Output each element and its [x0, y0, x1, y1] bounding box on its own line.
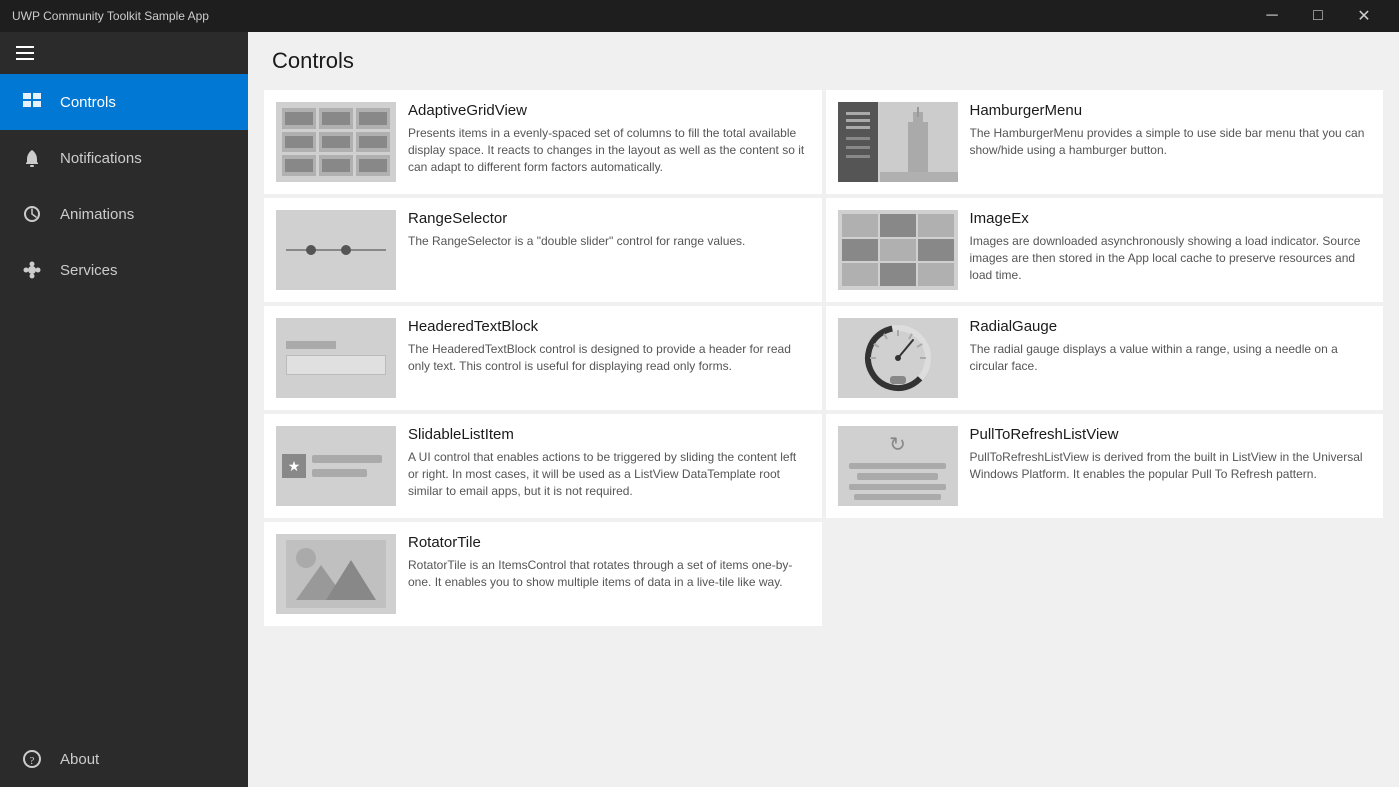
nav-spacer [0, 298, 248, 731]
card-name-slidable: SlidableListItem [408, 426, 810, 443]
card-hamburger-menu[interactable]: HamburgerMenu The HamburgerMenu provides… [826, 90, 1384, 194]
card-image-ex[interactable]: ImageEx Images are downloaded asynchrono… [826, 198, 1384, 302]
card-name-rotator: RotatorTile [408, 534, 810, 551]
refresh-icon: ↻ [889, 432, 906, 457]
card-desc-headered: The HeaderedTextBlock control is designe… [408, 341, 810, 375]
card-adaptive-grid-view[interactable]: AdaptiveGridView Presents items in a eve… [264, 90, 822, 194]
card-desc-radial: The radial gauge displays a value within… [970, 341, 1372, 375]
card-name-radial: RadialGauge [970, 318, 1372, 335]
content-area: Controls [248, 32, 1399, 787]
thumbnail-pullrefresh: ↻ [838, 426, 958, 506]
sidebar-item-animations-label: Animations [60, 206, 134, 223]
thumbnail-imageex [838, 210, 958, 290]
card-desc-adaptive: Presents items in a evenly-spaced set of… [408, 125, 810, 175]
card-desc-pullrefresh: PullToRefreshListView is derived from th… [970, 449, 1372, 483]
card-info-range: RangeSelector The RangeSelector is a "do… [408, 210, 810, 250]
controls-grid: AdaptiveGridView Presents items in a eve… [264, 90, 1383, 626]
sidebar-item-services-label: Services [60, 262, 118, 279]
thumbnail-rotator [276, 534, 396, 614]
thumbnail-radial [838, 318, 958, 398]
card-rotator-tile[interactable]: RotatorTile RotatorTile is an ItemsContr… [264, 522, 822, 626]
card-desc-slidable: A UI control that enables actions to be … [408, 449, 810, 499]
card-desc-range: The RangeSelector is a "double slider" c… [408, 233, 810, 250]
card-slidable-list-item[interactable]: ★ SlidableListItem A UI control that ena… [264, 414, 822, 518]
card-name-hamburger: HamburgerMenu [970, 102, 1372, 119]
thumbnail-slidable: ★ [276, 426, 396, 506]
sidebar-item-services[interactable]: Services [0, 242, 248, 298]
app-body: Controls Notifications Animations [0, 32, 1399, 787]
card-name-headered: HeaderedTextBlock [408, 318, 810, 335]
thumbnail-range [276, 210, 396, 290]
notifications-icon [20, 146, 44, 170]
window-controls: ─ □ ✕ [1249, 0, 1387, 32]
card-headered-text-block[interactable]: HeaderedTextBlock The HeaderedTextBlock … [264, 306, 822, 410]
services-icon [20, 258, 44, 282]
hamburger-button[interactable] [0, 32, 248, 74]
minimize-button[interactable]: ─ [1249, 0, 1295, 32]
card-info-pullrefresh: PullToRefreshListView PullToRefreshListV… [970, 426, 1372, 483]
card-info-slidable: SlidableListItem A UI control that enabl… [408, 426, 810, 499]
hamburger-icon [16, 46, 34, 60]
card-info-imageex: ImageEx Images are downloaded asynchrono… [970, 210, 1372, 283]
card-info-adaptive: AdaptiveGridView Presents items in a eve… [408, 102, 810, 175]
thumbnail-adaptive [276, 102, 396, 182]
card-name-pullrefresh: PullToRefreshListView [970, 426, 1372, 443]
content-scroll[interactable]: AdaptiveGridView Presents items in a eve… [248, 82, 1399, 787]
star-icon: ★ [282, 454, 306, 478]
controls-icon [20, 90, 44, 114]
card-info-rotator: RotatorTile RotatorTile is an ItemsContr… [408, 534, 810, 591]
title-bar: UWP Community Toolkit Sample App ─ □ ✕ [0, 0, 1399, 32]
card-radial-gauge[interactable]: RadialGauge The radial gauge displays a … [826, 306, 1384, 410]
sidebar: Controls Notifications Animations [0, 32, 248, 787]
thumbnail-headered [276, 318, 396, 398]
card-name-range: RangeSelector [408, 210, 810, 227]
app-title: UWP Community Toolkit Sample App [12, 9, 209, 23]
sidebar-item-controls[interactable]: Controls [0, 74, 248, 130]
maximize-button[interactable]: □ [1295, 0, 1341, 32]
card-name-adaptive: AdaptiveGridView [408, 102, 810, 119]
sidebar-item-about-label: About [60, 751, 99, 768]
svg-text:?: ? [30, 755, 35, 767]
sidebar-item-about[interactable]: ? About [0, 731, 248, 787]
card-info-radial: RadialGauge The radial gauge displays a … [970, 318, 1372, 375]
card-desc-rotator: RotatorTile is an ItemsControl that rota… [408, 557, 810, 591]
card-desc-hamburger: The HamburgerMenu provides a simple to u… [970, 125, 1372, 159]
card-pull-to-refresh[interactable]: ↻ PullToRefreshListView PullToRefreshLis… [826, 414, 1384, 518]
close-button[interactable]: ✕ [1341, 0, 1387, 32]
card-name-imageex: ImageEx [970, 210, 1372, 227]
thumbnail-hamburger [838, 102, 958, 182]
sidebar-item-notifications[interactable]: Notifications [0, 130, 248, 186]
content-header: Controls [248, 32, 1399, 82]
animations-icon [20, 202, 44, 226]
about-icon: ? [20, 747, 44, 771]
page-title: Controls [272, 48, 1375, 74]
sidebar-item-animations[interactable]: Animations [0, 186, 248, 242]
sidebar-item-notifications-label: Notifications [60, 150, 142, 167]
card-range-selector[interactable]: RangeSelector The RangeSelector is a "do… [264, 198, 822, 302]
card-info-headered: HeaderedTextBlock The HeaderedTextBlock … [408, 318, 810, 375]
card-desc-imageex: Images are downloaded asynchronously sho… [970, 233, 1372, 283]
sidebar-item-controls-label: Controls [60, 94, 116, 111]
card-info-hamburger: HamburgerMenu The HamburgerMenu provides… [970, 102, 1372, 159]
